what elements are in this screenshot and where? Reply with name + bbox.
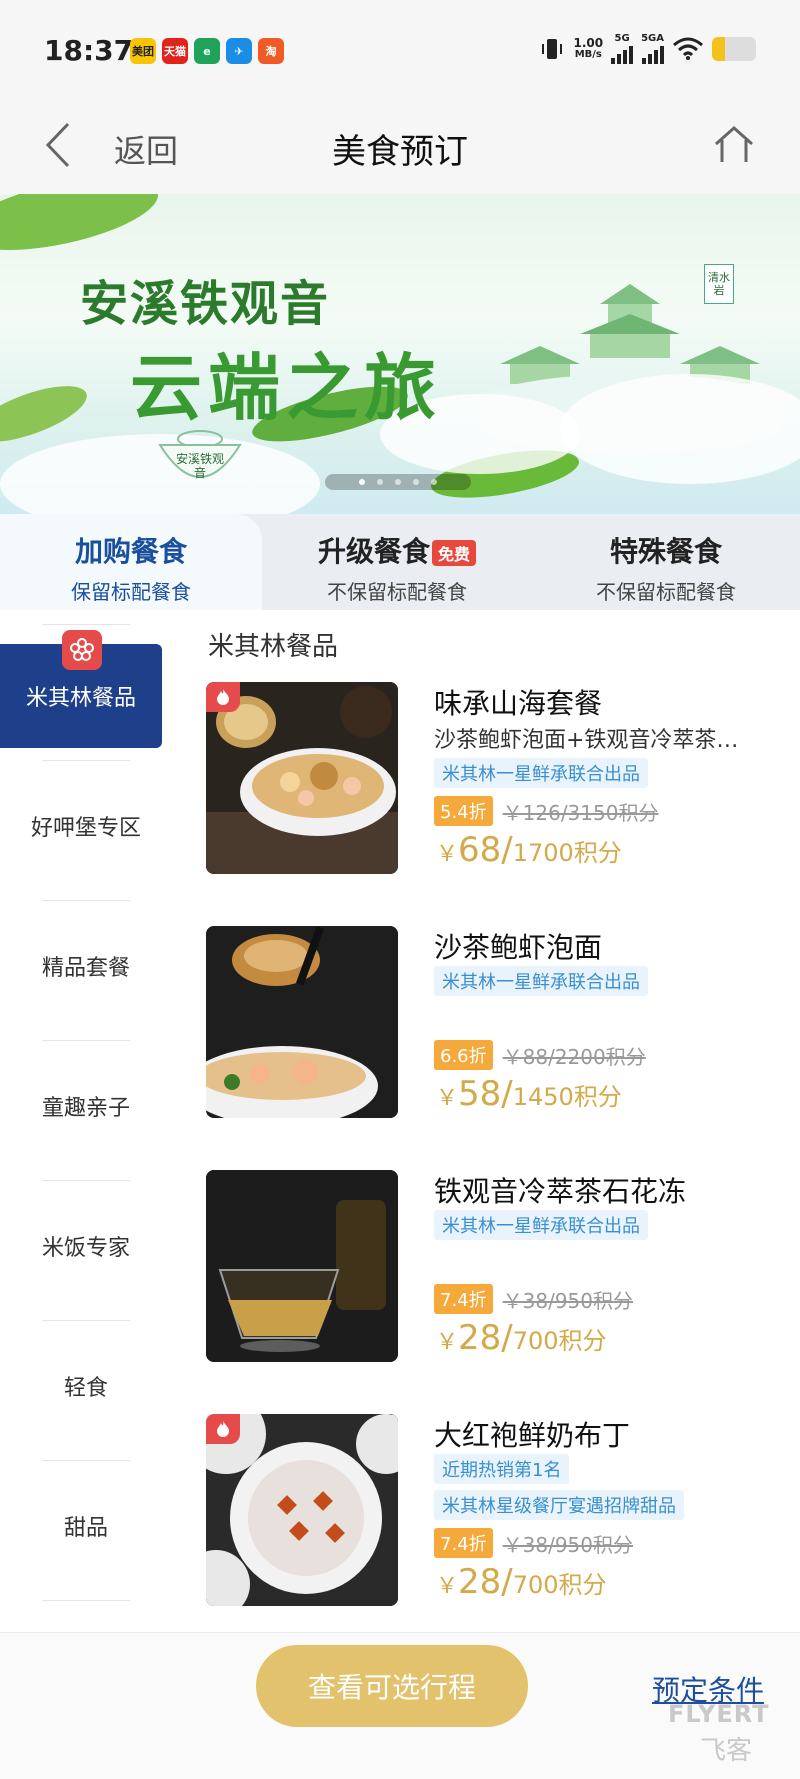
tab-upgrade-meal[interactable]: 升级餐食 免费 不保留标配餐食 <box>262 514 532 610</box>
product-list: 米其林餐品 味承山海套餐 沙茶鲍虾泡面+铁观音冷萃茶… 米其林一星鲜承联合出品 … <box>172 610 800 1632</box>
carousel-dots[interactable] <box>325 474 471 490</box>
discount-badge: 7.4折 <box>434 1528 493 1558</box>
product-card[interactable]: 铁观音冷萃茶石花冻 米其林一星鲜承联合出品 7.4折 ￥38/950积分 ￥28… <box>206 1170 786 1364</box>
carousel-dot <box>431 479 437 485</box>
original-price: ￥126/3150积分 <box>502 800 659 825</box>
product-card[interactable]: 大红袍鲜奶布丁 近期热销第1名 米其林星级餐厅宴遇招牌甜品 7.4折 ￥38/9… <box>206 1414 786 1608</box>
discount-row: 7.4折 ￥38/950积分 <box>434 1528 633 1558</box>
watermark-text: FLYERT <box>668 1700 770 1728</box>
signal-5ga: 5GA <box>641 34 664 64</box>
carousel-dot <box>359 479 365 485</box>
taobao-app-icon: 淘 <box>258 38 284 64</box>
discount-row: 7.4折 ￥38/950积分 <box>434 1284 633 1314</box>
tab-sublabel: 保留标配餐食 <box>71 580 191 604</box>
signal-bars-icon <box>641 44 664 64</box>
wifi-icon <box>673 37 703 60</box>
product-card[interactable]: 沙茶鲍虾泡面 米其林一星鲜承联合出品 6.6折 ￥88/2200积分 ￥58/1… <box>206 926 786 1120</box>
status-bar: 18:37 美团 天猫 e ✈ 淘 1.00 MB/s 5G 5GA <box>0 0 800 100</box>
tab-sublabel: 不保留标配餐食 <box>327 580 467 604</box>
status-time: 18:37 <box>44 34 134 67</box>
system-indicators: 1.00 MB/s 5G 5GA <box>539 34 756 64</box>
sidebar-item-kids[interactable]: 童趣亲子 <box>0 1054 172 1158</box>
product-tag: 米其林一星鲜承联合出品 <box>434 758 648 788</box>
sidebar-item-dessert[interactable]: 甜品 <box>0 1474 172 1578</box>
tab-label: 升级餐食 <box>317 535 430 568</box>
plane-app-icon: ✈ <box>226 38 252 64</box>
teapot-label: 安溪铁观音 <box>176 452 225 480</box>
product-card[interactable]: 味承山海套餐 沙茶鲍虾泡面+铁观音冷萃茶… 米其林一星鲜承联合出品 5.4折 ￥… <box>206 682 786 876</box>
tab-addon-meal[interactable]: 加购餐食 保留标配餐食 <box>0 514 262 610</box>
signal-5g: 5G <box>611 34 634 64</box>
current-price: ￥68/1700积分 <box>436 830 622 870</box>
product-description: 沙茶鲍虾泡面+铁观音冷萃茶… <box>434 728 739 753</box>
current-price: ￥58/1450积分 <box>436 1074 622 1114</box>
nav-bar: 返回 美食预订 <box>0 100 800 195</box>
tab-label: 加购餐食 <box>74 535 187 568</box>
current-price: ￥28/700积分 <box>436 1562 607 1602</box>
product-tag: 米其林星级餐厅宴遇招牌甜品 <box>434 1490 684 1520</box>
hot-flame-icon <box>206 682 240 712</box>
carousel-dot <box>377 479 383 485</box>
tab-sublabel: 不保留标配餐食 <box>596 580 736 604</box>
product-image[interactable] <box>206 1170 398 1362</box>
original-price: ￥38/950积分 <box>502 1532 634 1557</box>
signal-bars-icon <box>611 44 634 64</box>
category-sidebar: 米其林餐品 好呷堡专区 精品套餐 童趣亲子 米饭专家 轻食 甜品 <box>0 610 173 1632</box>
green-app-icon: e <box>194 38 220 64</box>
vibrate-icon <box>542 39 563 59</box>
discount-badge: 7.4折 <box>434 1284 493 1314</box>
product-image[interactable] <box>206 926 398 1118</box>
tab-label: 特殊餐食 <box>609 535 722 568</box>
product-tag: 米其林一星鲜承联合出品 <box>434 1210 648 1240</box>
carousel-dot <box>395 479 401 485</box>
product-name: 大红袍鲜奶布丁 <box>434 1419 631 1452</box>
tmall-app-icon: 天猫 <box>162 38 188 64</box>
cloud-decoration <box>560 374 800 484</box>
product-name: 沙茶鲍虾泡面 <box>434 931 603 964</box>
banner-seal: 清水岩 <box>704 264 734 304</box>
battery-icon <box>712 37 756 61</box>
product-image[interactable] <box>206 1414 398 1606</box>
promo-banner[interactable]: 安溪铁观音 云端之旅 清水岩 安溪铁观音 <box>0 194 800 514</box>
sidebar-item-burger[interactable]: 好呷堡专区 <box>0 774 172 878</box>
leaf-decoration <box>0 194 165 265</box>
product-image[interactable] <box>206 682 398 874</box>
status-app-icons: 美团 天猫 e ✈ 淘 <box>130 38 284 64</box>
michelin-icon <box>62 630 102 670</box>
product-name: 铁观音冷萃茶石花冻 <box>434 1175 687 1208</box>
tab-special-meal[interactable]: 特殊餐食 不保留标配餐食 <box>532 514 800 610</box>
free-badge: 免费 <box>432 540 477 566</box>
original-price: ￥38/950积分 <box>502 1288 634 1313</box>
view-trips-button[interactable]: 查看可选行程 <box>256 1645 528 1727</box>
net-speed: 1.00 MB/s <box>573 36 604 60</box>
watermark-text: 飞客 <box>700 1736 753 1766</box>
sidebar-item-light-meal[interactable]: 轻食 <box>0 1334 172 1438</box>
discount-row: 5.4折 ￥126/3150积分 <box>434 796 658 826</box>
product-name: 味承山海套餐 <box>434 687 603 720</box>
carousel-dot <box>413 479 419 485</box>
meituan-app-icon: 美团 <box>130 38 156 64</box>
current-price: ￥28/700积分 <box>436 1318 607 1358</box>
page-title: 美食预订 <box>332 132 468 172</box>
product-tag: 近期热销第1名 <box>434 1454 570 1484</box>
original-price: ￥88/2200积分 <box>502 1044 646 1069</box>
sidebar-item-rice[interactable]: 米饭专家 <box>0 1194 172 1298</box>
sidebar-item-set-meal[interactable]: 精品套餐 <box>0 914 172 1018</box>
banner-title-line1: 安溪铁观音 <box>80 276 331 332</box>
product-tag: 米其林一星鲜承联合出品 <box>434 966 648 996</box>
discount-badge: 5.4折 <box>434 796 493 826</box>
hot-flame-icon <box>206 1414 240 1444</box>
discount-row: 6.6折 ￥88/2200积分 <box>434 1040 646 1070</box>
home-icon[interactable] <box>712 122 756 166</box>
discount-badge: 6.6折 <box>434 1040 493 1070</box>
meal-type-tabs: 加购餐食 保留标配餐食 升级餐食 免费 不保留标配餐食 特殊餐食 不保留标配餐食 <box>0 514 800 610</box>
section-title: 米其林餐品 <box>208 632 339 662</box>
